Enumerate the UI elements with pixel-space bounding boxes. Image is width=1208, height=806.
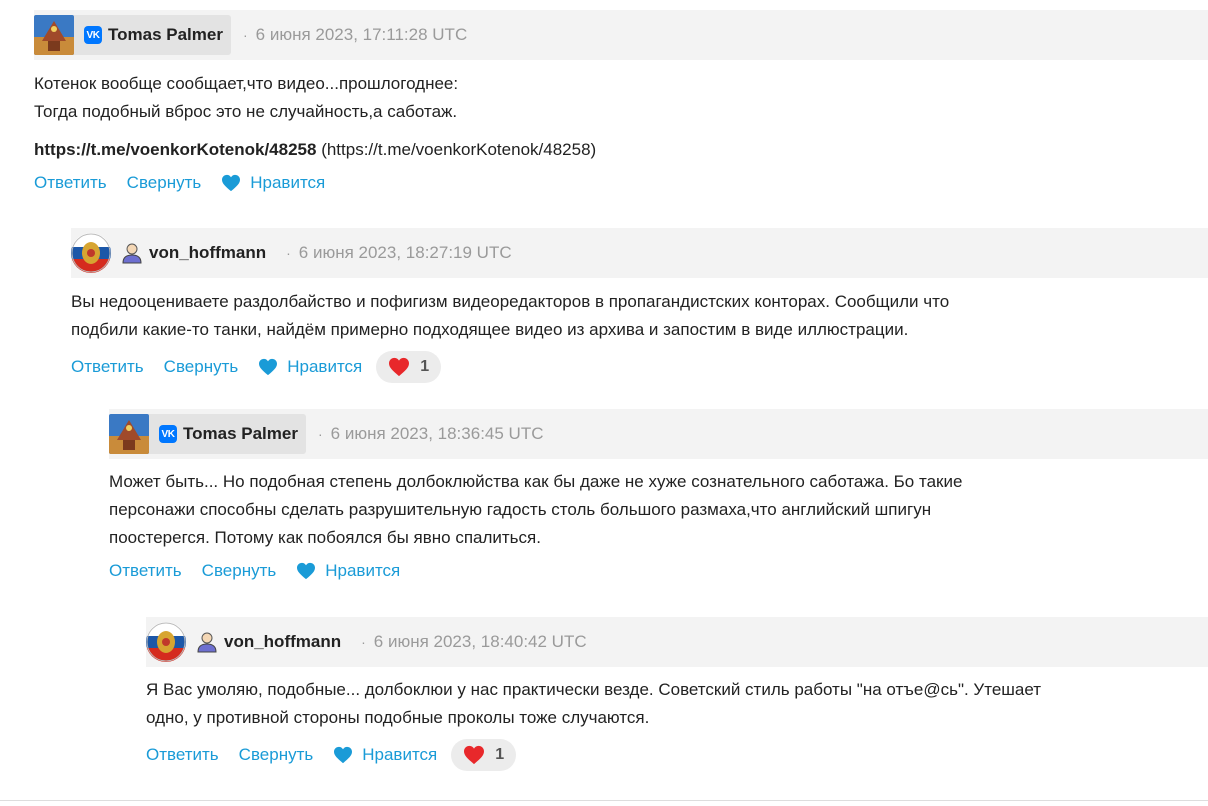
reply-button[interactable]: Ответить: [34, 173, 107, 193]
heart-icon: [222, 174, 241, 192]
comment-header: von_hoffmann · 6 июня 2023, 18:27:19 UTC: [71, 228, 1208, 278]
comment-actions: Ответить Свернуть Нравится 1: [146, 738, 1208, 772]
heart-icon: [334, 746, 353, 764]
vk-icon: VK: [84, 26, 102, 44]
comment-line: Я Вас умоляю, подобные... долбоклюи у на…: [146, 680, 1042, 699]
comment: von_hoffmann · 6 июня 2023, 18:40:42 UTC…: [146, 617, 1208, 772]
red-heart-icon: [464, 745, 485, 765]
vk-icon: VK: [159, 425, 177, 443]
russian-eagle-emblem-avatar[interactable]: [146, 622, 186, 662]
comment-date[interactable]: 6 июня 2023, 18:36:45 UTC: [331, 424, 544, 444]
author-name[interactable]: Tomas Palmer: [183, 424, 298, 444]
author-link[interactable]: von_hoffmann: [146, 622, 349, 662]
author-name[interactable]: von_hoffmann: [224, 632, 341, 652]
reaction-count: 1: [495, 746, 505, 763]
separator-dot: ·: [242, 27, 248, 43]
like-label: Нравится: [250, 173, 326, 192]
comment-line: одно, у противной стороны подобные проко…: [146, 708, 650, 727]
collapse-button[interactable]: Свернуть: [164, 357, 239, 377]
divider: [0, 800, 1208, 801]
author-link[interactable]: von_hoffmann: [71, 233, 274, 273]
separator-dot: ·: [286, 245, 291, 261]
like-label: Нравится: [287, 357, 363, 376]
like-button[interactable]: Нравится: [258, 357, 362, 377]
comment-line: подбили какие-то танки, найдём примерно …: [71, 320, 909, 339]
link-url-text: (https://t.me/voenkorKotenok/48258): [316, 140, 597, 159]
comment-line: Тогда подобный вброс это не случайность,…: [34, 102, 458, 121]
russian-eagle-emblem-avatar[interactable]: [71, 233, 111, 273]
like-button[interactable]: Нравится: [333, 745, 437, 765]
city-coat-of-arms-avatar[interactable]: [109, 414, 149, 454]
comment-text: Вы недооцениваете раздолбайство и пофиги…: [71, 288, 1208, 344]
comment-date[interactable]: 6 июня 2023, 18:27:19 UTC: [299, 243, 512, 263]
separator-dot: ·: [317, 426, 323, 442]
like-button[interactable]: Нравится: [221, 173, 325, 193]
comment-line: поостерегся. Потому как побоялся бы явно…: [109, 528, 541, 547]
reaction-badge[interactable]: 1: [451, 739, 517, 771]
comment-actions: Ответить Свернуть Нравится 1: [71, 350, 1208, 384]
comment-line: Может быть... Но подобная степень долбок…: [109, 472, 963, 491]
red-heart-icon: [389, 357, 410, 377]
like-label: Нравится: [325, 561, 401, 580]
user-icon: [197, 632, 217, 653]
author-link[interactable]: VK Tomas Palmer: [34, 15, 231, 55]
comment-line: Вы недооцениваете раздолбайство и пофиги…: [71, 292, 950, 311]
user-icon: [122, 243, 142, 264]
comment-header: VK Tomas Palmer · 6 июня 2023, 18:36:45 …: [109, 409, 1208, 459]
heart-icon: [297, 562, 316, 580]
author-name[interactable]: von_hoffmann: [149, 243, 266, 263]
comment: VK Tomas Palmer · 6 июня 2023, 18:36:45 …: [109, 409, 1208, 586]
comment-date[interactable]: 6 июня 2023, 17:11:28 UTC: [256, 25, 468, 45]
comment-text: Котенок вообще сообщает,что видео...прош…: [34, 70, 1208, 164]
comment-text: Может быть... Но подобная степень долбок…: [109, 468, 1208, 552]
like-label: Нравится: [362, 745, 438, 764]
comment-header: von_hoffmann · 6 июня 2023, 18:40:42 UTC: [146, 617, 1208, 667]
comment-actions: Ответить Свернуть Нравится: [109, 556, 1208, 586]
reply-button[interactable]: Ответить: [146, 745, 219, 765]
collapse-button[interactable]: Свернуть: [202, 561, 277, 581]
comment-line: Котенок вообще сообщает,что видео...прош…: [34, 74, 459, 93]
reply-button[interactable]: Ответить: [71, 357, 144, 377]
comment-header: VK Tomas Palmer · 6 июня 2023, 17:11:28 …: [34, 10, 1208, 60]
author-name[interactable]: Tomas Palmer: [108, 25, 223, 45]
comment-line: персонажи способны сделать разрушительну…: [109, 500, 932, 519]
telegram-link[interactable]: https://t.me/voenkorKotenok/48258: [34, 140, 316, 159]
heart-icon: [259, 358, 278, 376]
comment: VK Tomas Palmer · 6 июня 2023, 17:11:28 …: [34, 10, 1208, 198]
comment-actions: Ответить Свернуть Нравится: [34, 168, 1208, 198]
like-button[interactable]: Нравится: [296, 561, 400, 581]
link-line: https://t.me/voenkorKotenok/48258 (https…: [34, 136, 1208, 164]
comment-text: Я Вас умоляю, подобные... долбоклюи у на…: [146, 676, 1208, 732]
collapse-button[interactable]: Свернуть: [127, 173, 202, 193]
reaction-count: 1: [420, 358, 430, 375]
reaction-badge[interactable]: 1: [376, 351, 442, 383]
city-coat-of-arms-avatar[interactable]: [34, 15, 74, 55]
collapse-button[interactable]: Свернуть: [239, 745, 314, 765]
separator-dot: ·: [361, 634, 366, 650]
comment-date[interactable]: 6 июня 2023, 18:40:42 UTC: [374, 632, 587, 652]
comment: von_hoffmann · 6 июня 2023, 18:27:19 UTC…: [71, 228, 1208, 384]
reply-button[interactable]: Ответить: [109, 561, 182, 581]
author-link[interactable]: VK Tomas Palmer: [109, 414, 306, 454]
